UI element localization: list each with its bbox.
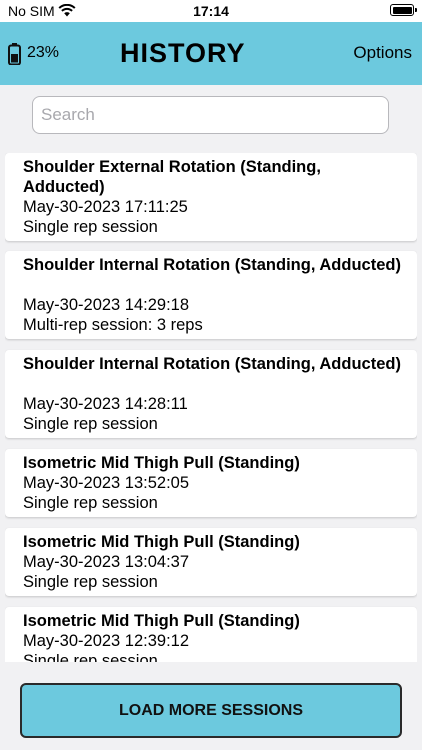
- footer: LOAD MORE SESSIONS: [0, 662, 422, 750]
- session-type: Single rep session: [23, 218, 158, 236]
- page-title: HISTORY: [120, 38, 246, 68]
- session-card[interactable]: Shoulder Internal Rotation (Standing, Ad…: [5, 251, 417, 339]
- session-type: Single rep session: [23, 494, 158, 512]
- session-card[interactable]: Isometric Mid Thigh Pull (Standing) May-…: [5, 449, 417, 517]
- session-name: Shoulder Internal Rotation (Standing, Ad…: [23, 256, 401, 274]
- system-battery-icon: [390, 4, 417, 16]
- session-type: Single rep session: [23, 652, 158, 662]
- options-button[interactable]: Options: [353, 43, 412, 63]
- session-name: Shoulder Internal Rotation (Standing, Ad…: [23, 355, 401, 373]
- session-type: Single rep session: [23, 415, 158, 433]
- session-name: Isometric Mid Thigh Pull (Standing): [23, 454, 300, 472]
- app-header: 23% HISTORY Options: [0, 22, 422, 85]
- session-name: Isometric Mid Thigh Pull (Standing): [23, 612, 300, 630]
- session-card[interactable]: Shoulder Internal Rotation (Standing, Ad…: [5, 350, 417, 438]
- search-container: [32, 96, 389, 134]
- session-datetime: May-30-2023 14:28:11: [23, 395, 188, 413]
- session-name: Shoulder External Rotation (Standing, Ad…: [23, 158, 321, 196]
- session-datetime: May-30-2023 13:52:05: [23, 474, 190, 492]
- search-input[interactable]: [32, 96, 389, 134]
- session-name: Isometric Mid Thigh Pull (Standing): [23, 533, 300, 551]
- session-datetime: May-30-2023 14:29:18: [23, 296, 190, 314]
- session-card[interactable]: Shoulder External Rotation (Standing, Ad…: [5, 153, 417, 241]
- session-datetime: May-30-2023 17:11:25: [23, 198, 188, 216]
- session-card[interactable]: Isometric Mid Thigh Pull (Standing) May-…: [5, 607, 417, 662]
- session-type: Single rep session: [23, 573, 158, 591]
- session-type: Multi-rep session: 3 reps: [23, 316, 203, 334]
- status-bar: No SIM 17:14: [0, 0, 422, 22]
- session-datetime: May-30-2023 12:39:12: [23, 632, 190, 650]
- device-battery-icon: [8, 43, 21, 70]
- session-list[interactable]: Shoulder External Rotation (Standing, Ad…: [5, 153, 417, 662]
- device-battery-percent: 23%: [27, 44, 60, 61]
- session-card[interactable]: Isometric Mid Thigh Pull (Standing) May-…: [5, 528, 417, 596]
- load-more-sessions-button[interactable]: LOAD MORE SESSIONS: [20, 683, 402, 738]
- clock: 17:14: [193, 3, 229, 19]
- session-datetime: May-30-2023 13:04:37: [23, 553, 190, 571]
